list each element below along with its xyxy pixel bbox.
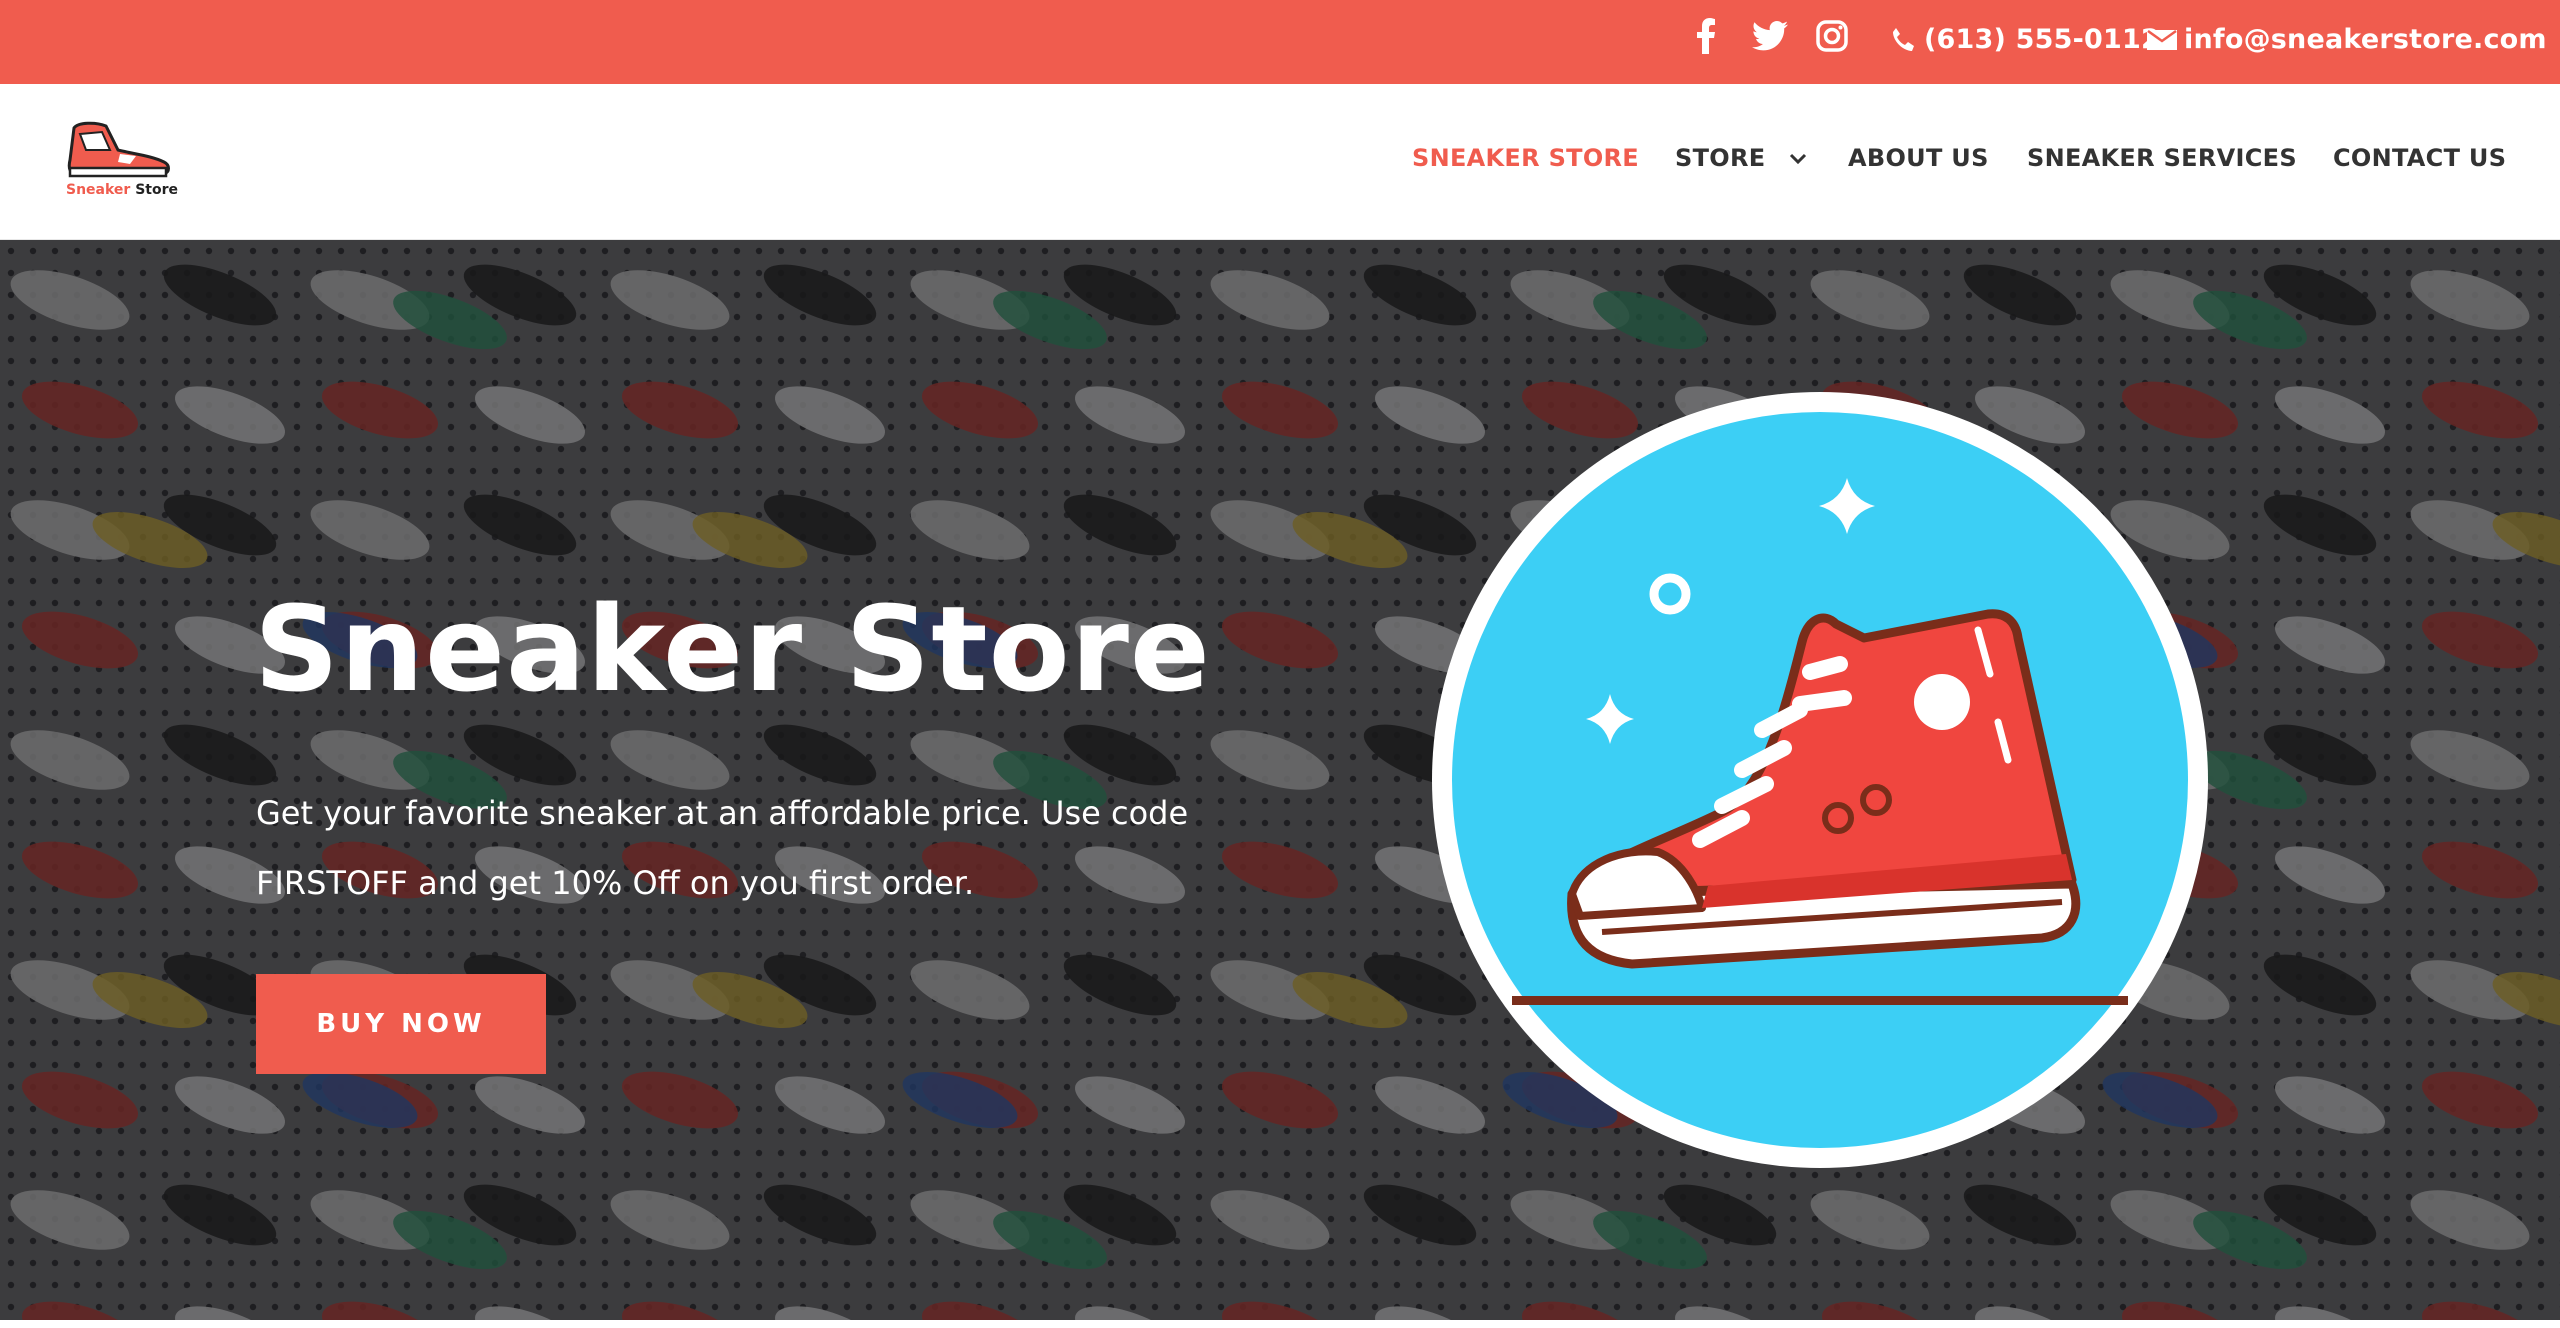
- sneaker-illustration: [1432, 392, 2208, 1168]
- hero-title: Sneaker Store: [254, 580, 1211, 718]
- phone-number: (613) 555-0112: [1924, 24, 2160, 55]
- twitter-icon[interactable]: [1748, 14, 1792, 58]
- top-bar: (613) 555-0112 info@sneakerstore.com: [0, 0, 2560, 84]
- nav-sneaker-services[interactable]: SNEAKER SERVICES: [2027, 144, 2297, 172]
- phone-contact[interactable]: (613) 555-0112: [1888, 24, 2160, 55]
- main-header: Sneaker Store SNEAKER STORE STORE ABOUT …: [0, 84, 2560, 240]
- phone-icon: [1893, 27, 1914, 51]
- hero-section: Sneaker Store Get your favorite sneaker …: [0, 240, 2560, 1320]
- buy-now-button[interactable]: BUY NOW: [256, 974, 546, 1074]
- chevron-down-icon: [1790, 153, 1807, 165]
- hero-description: Get your favorite sneaker at an affordab…: [256, 794, 1189, 902]
- facebook-icon[interactable]: [1684, 14, 1728, 58]
- nav-store[interactable]: STORE: [1675, 144, 1808, 172]
- logo-text-sneaker: Sneaker: [66, 182, 131, 198]
- logo-text-store: Store: [135, 182, 178, 198]
- sneaker-icon: [1432, 392, 2208, 1168]
- bottom-strip: [0, 1320, 2560, 1328]
- instagram-icon[interactable]: [1810, 14, 1854, 58]
- nav-store-label: STORE: [1675, 144, 1766, 172]
- site-logo[interactable]: Sneaker Store: [66, 120, 178, 200]
- nav-sneaker-store[interactable]: SNEAKER STORE: [1412, 144, 1639, 172]
- nav-contact-us[interactable]: CONTACT US: [2333, 144, 2506, 172]
- logo-text: Sneaker Store: [66, 182, 178, 198]
- email-address: info@sneakerstore.com: [2184, 24, 2547, 55]
- sneaker-logo-icon: [67, 121, 170, 178]
- mail-icon: [2147, 29, 2177, 50]
- email-contact[interactable]: info@sneakerstore.com: [2146, 24, 2547, 55]
- nav-about-us[interactable]: ABOUT US: [1848, 144, 1989, 172]
